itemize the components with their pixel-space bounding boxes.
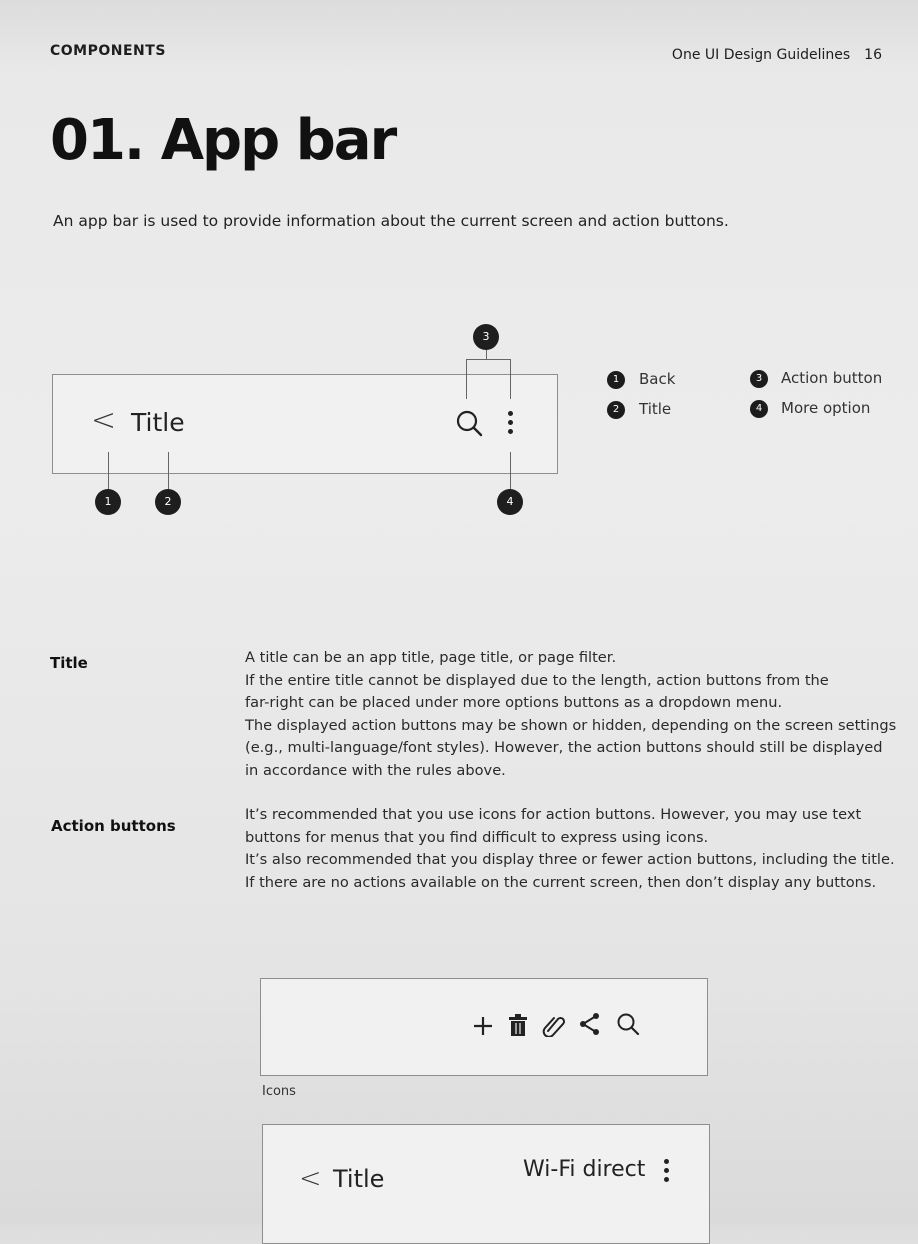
- desc-line: The displayed action buttons may be show…: [245, 716, 897, 734]
- legend: 1 Back 2 Title 3 Action button 4 More op…: [0, 0, 918, 440]
- paperclip-icon: [542, 1016, 566, 1037]
- legend-label-action-button: Action button: [781, 369, 883, 387]
- legend-dot-3: 3: [750, 370, 768, 388]
- wifi-example-title: Title: [333, 1165, 385, 1193]
- legend-dot-2: 2: [607, 401, 625, 419]
- desc-line: buttons for menus that you find difficul…: [245, 828, 709, 846]
- badge-2: 2: [155, 489, 181, 515]
- trash-icon: [509, 1014, 527, 1036]
- desc-line: A title can be an app title, page title,…: [245, 649, 617, 666]
- legend-dot-1: 1: [607, 371, 625, 389]
- term-title: Title: [50, 654, 88, 672]
- connector-4: [510, 452, 511, 490]
- term-action-buttons: Action buttons: [51, 817, 176, 835]
- desc-line: If the entire title cannot be displayed …: [245, 671, 829, 689]
- desc-line: It’s recommended that you use icons for …: [245, 806, 862, 823]
- connector-1: [108, 452, 109, 490]
- legend-dot-4: 4: [750, 400, 768, 418]
- plus-icon: [474, 1017, 492, 1035]
- wifi-direct-text-button: Wi-Fi direct: [523, 1157, 646, 1182]
- chevron-left-icon: <: [299, 1163, 322, 1194]
- desc-line: If there are no actions available on the…: [245, 873, 877, 891]
- desc-title: A title can be an app title, page title,…: [245, 647, 905, 782]
- icons-row: [468, 1007, 648, 1047]
- desc-line: (e.g., multi-language/font styles). Howe…: [245, 739, 883, 756]
- legend-label-title: Title: [639, 400, 672, 418]
- desc-line: It’s also recommended that you display t…: [245, 851, 895, 868]
- icons-caption: Icons: [262, 1084, 296, 1099]
- legend-label-more-option: More option: [781, 399, 871, 417]
- more-vertical-icon: [664, 1159, 670, 1186]
- badge-1: 1: [95, 489, 121, 515]
- wifi-direct-example-frame: < Title Wi-Fi direct: [262, 1124, 710, 1244]
- desc-line: far-right can be placed under more optio…: [245, 694, 783, 711]
- legend-label-back: Back: [639, 370, 676, 388]
- search-icon: [617, 1013, 640, 1036]
- connector-2: [168, 452, 169, 490]
- badge-4: 4: [497, 489, 523, 515]
- desc-action-buttons: It’s recommended that you use icons for …: [245, 804, 905, 894]
- share-icon: [580, 1013, 599, 1035]
- desc-line: in accordance with the rules above.: [245, 761, 506, 779]
